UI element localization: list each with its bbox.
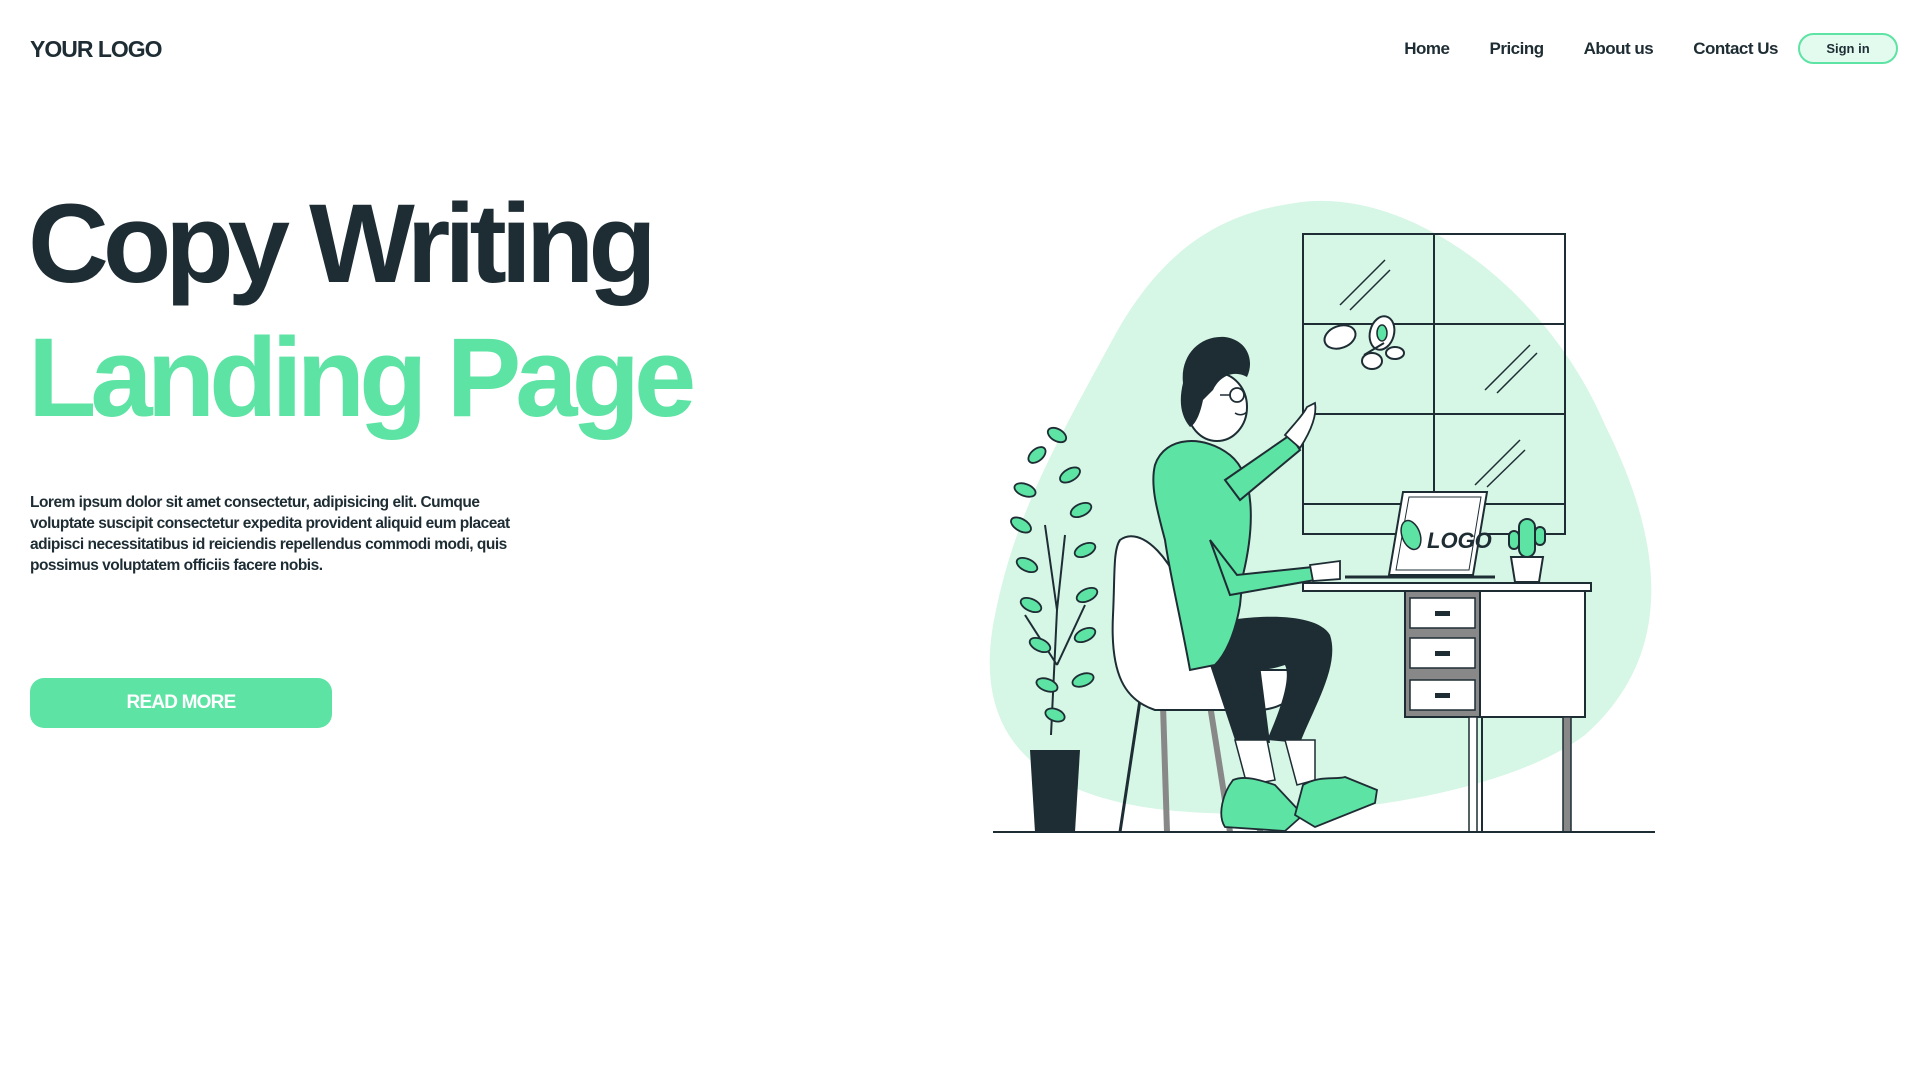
laptop-logo-text: LOGO	[1427, 528, 1492, 553]
read-more-button[interactable]: READ MORE	[30, 678, 332, 728]
nav-contact-us[interactable]: Contact Us	[1693, 39, 1778, 59]
nav-pricing[interactable]: Pricing	[1489, 39, 1544, 59]
hero-illustration: LOGO	[989, 200, 1655, 833]
hero-title-line-2: Landing Page	[28, 315, 696, 440]
nav-about-us[interactable]: About us	[1584, 39, 1654, 59]
hero-description: Lorem ipsum dolor sit amet consectetur, …	[30, 494, 510, 574]
nav-home[interactable]: Home	[1404, 39, 1450, 59]
logo[interactable]: YOUR LOGO	[30, 36, 163, 63]
main-nav: Home Pricing About us Contact Us Sign in	[1404, 33, 1898, 64]
sign-in-button[interactable]: Sign in	[1798, 33, 1898, 64]
hero-title-line-1: Copy Writing	[28, 181, 657, 306]
